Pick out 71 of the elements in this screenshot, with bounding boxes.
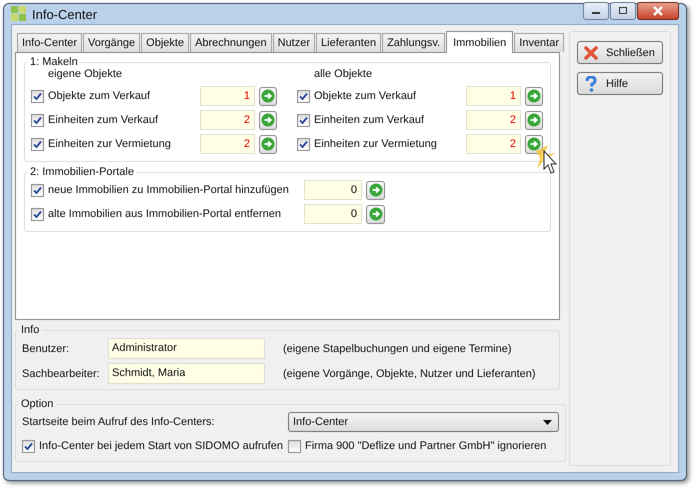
count-field: 0 — [304, 180, 362, 200]
tab[interactable]: Nutzer — [272, 33, 316, 52]
checkbox[interactable] — [31, 114, 44, 126]
maximize-icon — [618, 7, 628, 15]
tab[interactable]: Objekte — [141, 33, 190, 52]
dropdown[interactable]: Info-Center — [288, 412, 559, 432]
go-button[interactable] — [258, 110, 277, 130]
help-icon — [584, 76, 598, 92]
go-button[interactable] — [366, 180, 385, 200]
app-icon — [11, 6, 27, 22]
field-label: Benutzer: — [22, 342, 70, 354]
checkbox[interactable] — [22, 440, 35, 452]
checkbox-label: Objekte zum Verkauf — [314, 90, 418, 102]
count-field: 2 — [466, 110, 521, 130]
field-note: (eigene Stapelbuchungen und eigene Termine) — [283, 342, 512, 354]
close-icon — [652, 6, 664, 16]
count-field: 2 — [200, 110, 255, 130]
column-heading: eigene Objekte — [47, 68, 123, 82]
checkbox-label: neue Immobilien zu Immobilien-Portal hinzufügen — [48, 184, 290, 196]
caret-icon — [543, 420, 552, 424]
tab[interactable]: Inventar — [514, 33, 564, 52]
count-field: 2 — [466, 134, 521, 154]
tab[interactable]: Zahlungsv. — [382, 33, 446, 52]
tab[interactable]: Vorgänge — [83, 33, 140, 52]
group-title: 1: Makeln — [29, 56, 79, 68]
count-field: 1 — [200, 86, 255, 106]
count-field: 1 — [466, 86, 521, 106]
maximize-button[interactable] — [610, 2, 636, 20]
group-title: 2: Immobilien-Portale — [29, 166, 135, 178]
go-button[interactable] — [258, 134, 277, 154]
help-button[interactable]: Hilfe — [577, 72, 663, 95]
checkbox[interactable] — [31, 208, 44, 220]
field-label: Startseite beim Aufruf des Info-Centers: — [22, 416, 216, 428]
checkbox-label: Einheiten zum Verkauf — [314, 114, 426, 126]
checkbox[interactable] — [297, 114, 310, 126]
field-note: (eigene Vorgänge, Objekte, Nutzer und Lieferanten) — [283, 368, 536, 380]
go-button[interactable] — [524, 110, 543, 130]
tab[interactable]: Info-Center — [17, 33, 82, 52]
column-heading: alle Objekte — [313, 68, 374, 82]
checkbox-label: alte Immobilien aus Immobilien-Portal entfernen — [48, 208, 282, 220]
checkbox-label: Firma 900 "Deflize und Partner GmbH" ignorieren — [305, 440, 546, 452]
minimize-button[interactable] — [583, 2, 609, 20]
checkbox[interactable] — [297, 90, 310, 102]
group-title: Option — [20, 398, 54, 410]
tab[interactable]: Abrechnungen — [190, 33, 272, 52]
checkbox[interactable] — [31, 90, 44, 102]
count-field: 0 — [304, 204, 362, 224]
close-button[interactable] — [637, 2, 679, 20]
checkbox-label: Einheiten zum Verkauf — [48, 114, 160, 126]
checkbox[interactable] — [31, 138, 44, 150]
go-button[interactable] — [524, 86, 543, 106]
text-field[interactable]: Schmidt, Maria — [108, 363, 265, 384]
go-button[interactable] — [258, 86, 277, 106]
checkbox-label: Einheiten zur Vermietung — [314, 138, 438, 150]
tab[interactable]: Lieferanten — [316, 33, 382, 52]
close-button[interactable]: Schließen — [577, 41, 663, 64]
group-title: Info — [20, 324, 40, 336]
close-icon — [584, 46, 598, 60]
checkbox[interactable] — [31, 184, 44, 196]
field-label: Sachbearbeiter: — [22, 368, 101, 380]
checkbox[interactable] — [288, 440, 301, 452]
text-field[interactable]: Administrator — [108, 338, 265, 359]
tab[interactable]: Immobilien — [446, 31, 514, 53]
checkbox[interactable] — [297, 138, 310, 150]
count-field: 2 — [200, 134, 255, 154]
go-button[interactable] — [366, 204, 385, 224]
go-button[interactable] — [524, 134, 543, 154]
checkbox-label: Einheiten zur Vermietung — [48, 138, 172, 150]
checkbox-label: Objekte zum Verkauf — [48, 90, 152, 102]
window-title: Info-Center — [32, 6, 98, 22]
checkbox-label: Info-Center bei jedem Start von SIDOMO aufrufen — [39, 440, 283, 452]
